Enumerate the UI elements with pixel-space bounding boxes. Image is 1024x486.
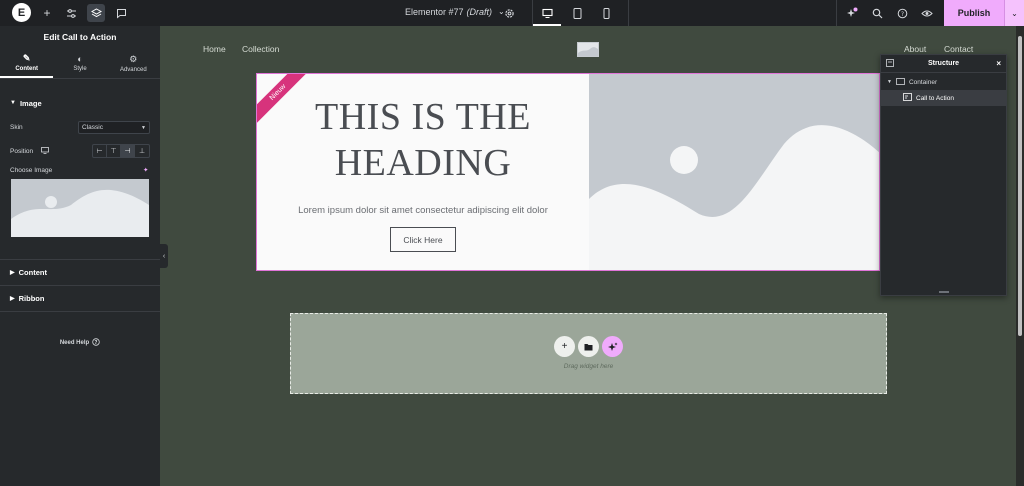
container-icon <box>896 77 905 87</box>
need-help-label: Need Help <box>59 340 90 346</box>
tab-content[interactable]: ✎ Content <box>0 48 54 78</box>
gear-icon: ⚙ <box>129 53 138 64</box>
collapse-panel-chevron-icon[interactable]: ‹ <box>160 244 168 268</box>
triangle-right-icon: ▶ <box>10 295 15 302</box>
panel-tabs: ✎ Content ◐ Style ⚙ Advanced <box>0 48 160 78</box>
search-icon[interactable] <box>868 4 886 22</box>
section-content-label: Content <box>18 267 47 277</box>
ai-sparkle-icon[interactable]: ✦ <box>143 166 148 174</box>
nav-collection[interactable]: Collection <box>242 44 279 54</box>
nav-contact[interactable]: Contact <box>944 44 973 54</box>
publish-button[interactable]: Publish <box>944 0 1004 26</box>
tablet-view-icon[interactable] <box>568 4 586 22</box>
responsive-desktop-icon[interactable] <box>41 147 50 156</box>
cta-background-image[interactable] <box>589 74 879 270</box>
elementor-logo-icon[interactable]: E <box>12 3 31 22</box>
nav-about[interactable]: About <box>904 44 926 54</box>
call-to-action-widget[interactable]: THIS IS THE HEADING Lorem ipsum dolor si… <box>256 73 880 271</box>
mobile-view-icon[interactable] <box>597 4 615 22</box>
help-icon: ? <box>92 338 100 348</box>
section-image-header[interactable]: ▼ Image <box>0 90 52 116</box>
tab-style-label: Style <box>73 66 87 72</box>
page-title-name: Elementor #77 <box>405 7 464 17</box>
divider <box>0 311 160 312</box>
divider <box>836 0 837 26</box>
half-circle-icon: ◐ <box>77 54 83 64</box>
editor-panel: Edit Call to Action ✎ Content ◐ Style ⚙ … <box>0 26 160 486</box>
skin-label: Skin <box>10 124 23 131</box>
triangle-down-icon: ▼ <box>10 100 16 106</box>
position-label-row: Position <box>10 147 50 156</box>
structure-item-container-label: Container <box>908 78 938 86</box>
nav-home[interactable]: Home <box>203 44 226 54</box>
tab-advanced-label: Advanced <box>119 66 147 73</box>
section-ribbon-header[interactable]: ▶ Ribbon <box>0 285 54 311</box>
page-title[interactable]: Elementor #77 (Draft) ⌄ <box>405 7 505 17</box>
structure-item-call-to-action-label: Call to Action <box>916 94 954 102</box>
pencil-icon: ✎ <box>22 52 31 63</box>
position-control: ⊢ ⊤ ⊣ ⊥ <box>92 144 150 158</box>
structure-item-container[interactable]: ▼ Container <box>881 74 1006 90</box>
structure-panel: Structure × ▼ Container Call to Action <box>880 54 1007 296</box>
add-template-folder-icon[interactable] <box>578 336 599 357</box>
page-status: (Draft) <box>466 7 493 17</box>
resize-grip-icon[interactable] <box>939 291 949 293</box>
section-ribbon-label: Ribbon <box>18 293 45 303</box>
svg-text:?: ? <box>900 11 903 18</box>
structure-item-call-to-action[interactable]: Call to Action <box>881 90 1006 106</box>
cta-heading[interactable]: THIS IS THE HEADING <box>257 94 589 186</box>
triangle-down-icon: ▼ <box>887 79 892 85</box>
site-settings-icon[interactable] <box>62 4 80 22</box>
add-element-icon[interactable]: + <box>38 4 56 22</box>
add-section-plus-icon[interactable]: + <box>554 336 575 357</box>
skin-select-value: Classic <box>82 124 103 131</box>
canvas-scrollbar[interactable] <box>1016 26 1024 486</box>
need-help-link[interactable]: Need Help ? <box>0 338 160 348</box>
tab-style[interactable]: ◐ Style <box>53 48 106 78</box>
position-label: Position <box>10 148 34 155</box>
skin-select[interactable]: Classic ▼ <box>78 121 150 134</box>
close-icon[interactable]: × <box>996 59 1001 68</box>
publish-options-chevron-icon[interactable]: ⌄ <box>1004 0 1024 26</box>
position-top-icon[interactable]: ⊤ <box>107 145 121 157</box>
image-preview[interactable] <box>11 179 149 237</box>
comments-icon[interactable] <box>112 4 130 22</box>
desktop-view-icon[interactable] <box>538 4 556 22</box>
preview-eye-icon[interactable] <box>918 4 936 22</box>
divider <box>0 78 160 79</box>
caret-down-icon: ▼ <box>141 124 146 131</box>
choose-image-label: Choose Image <box>10 167 53 174</box>
top-bar: E + Elementor #77 (Draft) ⌄ ? Publish ⌄ <box>0 0 1024 26</box>
section-content-header[interactable]: ▶ Content <box>0 259 57 285</box>
position-left-icon[interactable]: ⊢ <box>93 145 107 157</box>
tab-advanced[interactable]: ⚙ Advanced <box>107 48 160 78</box>
drop-zone-label: Drag widget here <box>563 363 614 370</box>
divider <box>628 0 629 26</box>
structure-layers-icon[interactable] <box>87 4 105 22</box>
section-image-label: Image <box>19 98 42 108</box>
structure-title: Structure <box>927 60 960 67</box>
ai-sparkle-icon[interactable] <box>602 336 623 357</box>
cta-button[interactable]: Click Here <box>390 227 456 252</box>
structure-panel-icon[interactable] <box>886 58 894 69</box>
cta-description[interactable]: Lorem ipsum dolor sit amet consectetur a… <box>257 205 589 216</box>
ai-notification-icon[interactable] <box>843 4 861 22</box>
triangle-right-icon: ▶ <box>10 269 15 276</box>
tab-content-label: Content <box>15 65 38 72</box>
svg-text:?: ? <box>95 340 98 346</box>
help-icon[interactable]: ? <box>893 4 911 22</box>
drop-zone[interactable]: + Drag widget here <box>290 313 887 394</box>
position-right-icon[interactable]: ⊣ <box>121 145 135 157</box>
site-logo-image[interactable] <box>577 42 599 57</box>
position-bottom-icon[interactable]: ⊥ <box>135 145 149 157</box>
panel-title: Edit Call to Action <box>43 32 117 42</box>
structure-header: Structure × <box>881 55 1006 73</box>
call-to-action-icon <box>903 93 912 103</box>
scrollbar-thumb[interactable] <box>1018 36 1022 336</box>
page-settings-gear-icon[interactable] <box>500 4 518 22</box>
